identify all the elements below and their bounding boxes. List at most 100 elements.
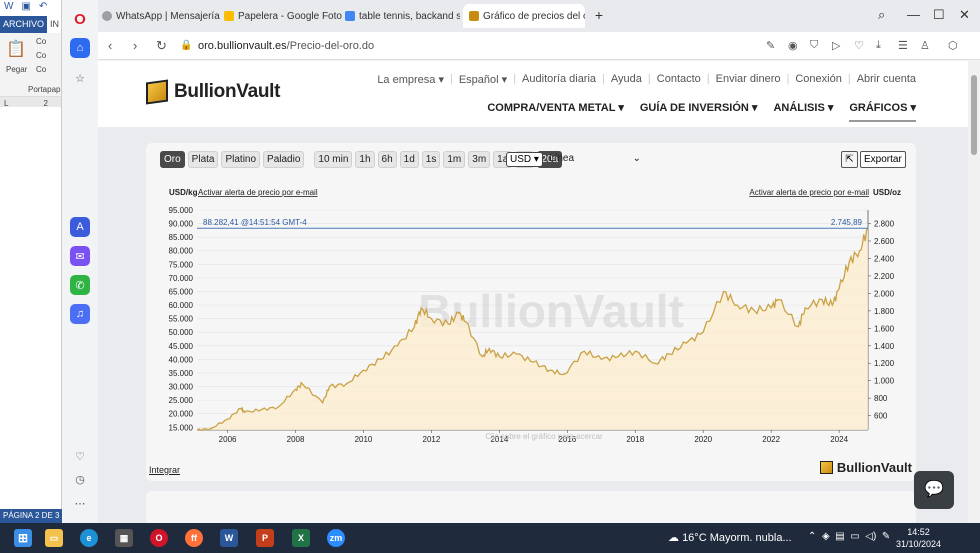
- chat-icon[interactable]: 💬: [914, 471, 954, 509]
- copy-button[interactable]: Co: [36, 51, 46, 60]
- y-right-tick-label: 2.800: [874, 220, 895, 229]
- tab-whatsapp[interactable]: WhatsApp | Mensajería y: [102, 6, 220, 26]
- range-1d-button[interactable]: 1d: [399, 151, 419, 168]
- tray-antivirus-icon[interactable]: ◈: [822, 531, 830, 542]
- heart-icon[interactable]: ♡: [70, 446, 90, 466]
- close-icon[interactable]: ✕: [959, 7, 970, 23]
- powerpoint-icon[interactable]: P: [256, 529, 274, 547]
- nav-auditoria[interactable]: Auditoría diaria: [522, 73, 596, 86]
- format-painter-button[interactable]: Co: [36, 65, 46, 74]
- system-tray[interactable]: ⌃ ◈ ▤ ▭ ◁) ✎: [808, 531, 890, 542]
- edit-icon[interactable]: ✎: [766, 39, 775, 52]
- export-button[interactable]: Exportar: [860, 151, 906, 168]
- nav-language[interactable]: Español ▾: [459, 73, 507, 86]
- excel-icon[interactable]: X: [292, 529, 310, 547]
- nav-abrir-cuenta[interactable]: Abrir cuenta: [857, 73, 916, 86]
- history-icon[interactable]: ◷: [70, 469, 90, 489]
- range-1m-button[interactable]: 1m: [443, 151, 466, 168]
- aria-icon[interactable]: A: [70, 217, 90, 237]
- currency-select[interactable]: USD ▾: [506, 152, 543, 167]
- edge-icon[interactable]: e: [80, 529, 98, 547]
- right-alert-link[interactable]: Activar alerta de precio por e-mail: [749, 188, 869, 197]
- search-tabs-icon[interactable]: ⌕: [878, 7, 885, 23]
- menu-analisis[interactable]: ANÁLISIS ▾: [773, 101, 833, 122]
- url-field[interactable]: oro.bullionvault.es/Precio-del-oro.do: [198, 40, 374, 52]
- home-icon[interactable]: ⌂: [70, 38, 90, 58]
- music-player-icon[interactable]: ♫: [70, 304, 90, 324]
- volume-icon[interactable]: ◁): [865, 531, 876, 542]
- range-10min-button[interactable]: 10 min: [314, 151, 353, 168]
- open-external-icon[interactable]: ⇱: [841, 151, 858, 168]
- new-tab-button[interactable]: +: [592, 8, 606, 22]
- word-app-icon[interactable]: W: [4, 1, 13, 15]
- word-icon[interactable]: W: [220, 529, 238, 547]
- nav-enviar-dinero[interactable]: Enviar dinero: [716, 73, 781, 86]
- back-icon[interactable]: ‹: [108, 38, 112, 53]
- metal-plata-button[interactable]: Plata: [187, 151, 219, 168]
- weather-widget[interactable]: ☁ 16°C Mayorm. nubla...: [668, 531, 792, 544]
- zoom-icon[interactable]: zm: [327, 529, 345, 547]
- camera-icon[interactable]: ◉: [788, 39, 798, 52]
- minimize-icon[interactable]: —: [907, 7, 920, 22]
- tray-chevron-icon[interactable]: ⌃: [808, 531, 816, 542]
- forward-icon[interactable]: ›: [133, 38, 137, 53]
- ruler-tab-marker[interactable]: L: [4, 99, 8, 108]
- tray-battery-icon[interactable]: ▭: [850, 531, 859, 542]
- range-6h-button[interactable]: 6h: [377, 151, 397, 168]
- reload-icon[interactable]: ↻: [156, 38, 167, 54]
- nav-conexion[interactable]: Conexión: [795, 73, 841, 86]
- tray-network-icon[interactable]: ▤: [835, 531, 844, 542]
- paste-icon[interactable]: 📋: [6, 39, 26, 59]
- paste-button[interactable]: Pegar: [6, 65, 27, 74]
- extensions-icon[interactable]: ⬡: [948, 39, 958, 52]
- profile-icon[interactable]: ♙: [920, 39, 930, 52]
- range-3m-button[interactable]: 3m: [468, 151, 491, 168]
- nav-contacto[interactable]: Contacto: [657, 73, 701, 86]
- left-alert-link[interactable]: Activar alerta de precio por e-mail: [198, 188, 318, 197]
- metal-paladio-button[interactable]: Paladio: [263, 151, 305, 168]
- page-scrollbar[interactable]: [968, 61, 980, 523]
- save-icon[interactable]: ▣: [21, 1, 30, 15]
- scroll-thumb[interactable]: [971, 75, 977, 155]
- word-tab-file[interactable]: ARCHIVO: [0, 16, 48, 33]
- range-1s-button[interactable]: 1s: [421, 151, 441, 168]
- tab-google-photos[interactable]: Papelera - Google Fotos: [224, 6, 342, 26]
- metal-platino-button[interactable]: Platino: [221, 151, 261, 168]
- menu-guia-inversion[interactable]: GUÍA DE INVERSIÓN ▾: [640, 101, 758, 122]
- undo-icon[interactable]: ↶: [39, 1, 47, 15]
- store-icon[interactable]: ▦: [115, 529, 133, 547]
- tab-gold-chart[interactable]: Gráfico de precios del oro: [463, 4, 585, 28]
- tray-pen-icon[interactable]: ✎: [882, 531, 890, 542]
- star-icon[interactable]: ☆: [70, 68, 90, 88]
- maximize-icon[interactable]: ☐: [933, 7, 945, 23]
- site-logo[interactable]: BullionVault: [146, 79, 280, 105]
- word-tab-insert[interactable]: IN: [47, 16, 62, 33]
- y-right-tick-label: 2.400: [874, 254, 895, 263]
- play-icon[interactable]: ▷: [832, 39, 840, 52]
- whatsapp-icon[interactable]: ✆: [70, 275, 90, 295]
- cut-button[interactable]: Co: [36, 37, 46, 46]
- menu-graficos[interactable]: GRÁFICOS ▾: [849, 101, 916, 122]
- taskbar-clock[interactable]: 14:52 31/10/2024: [896, 526, 941, 550]
- chart-type-select[interactable]: Línea ⌄: [549, 153, 641, 164]
- menu-compra-venta[interactable]: COMPRA/VENTA METAL ▾: [487, 101, 624, 122]
- more-icon[interactable]: ⋯: [70, 493, 90, 513]
- opera-icon[interactable]: O: [150, 529, 168, 547]
- tab-google-search[interactable]: table tennis, backand serv: [345, 6, 460, 26]
- firefox-icon[interactable]: ff: [185, 529, 203, 547]
- gold-price-chart[interactable]: USD/kg Activar alerta de precio por e-ma…: [146, 177, 916, 467]
- metal-oro-button[interactable]: Oro: [160, 151, 185, 168]
- messenger-icon[interactable]: ✉: [70, 246, 90, 266]
- range-1h-button[interactable]: 1h: [355, 151, 375, 168]
- nav-la-empresa[interactable]: La empresa ▾: [377, 73, 444, 86]
- lock-icon[interactable]: 🔒: [180, 40, 192, 51]
- easy-setup-icon[interactable]: ☰: [898, 39, 908, 52]
- integrar-link[interactable]: Integrar: [149, 465, 180, 475]
- heart-toolbar-icon[interactable]: ♡: [854, 39, 864, 52]
- download-icon[interactable]: ⤓: [876, 39, 881, 52]
- file-explorer-icon[interactable]: ▭: [45, 529, 63, 547]
- windows-start-icon[interactable]: ⊞: [14, 529, 32, 547]
- opera-logo-icon[interactable]: O: [70, 9, 90, 29]
- shield-icon[interactable]: ⛉: [810, 39, 818, 52]
- nav-ayuda[interactable]: Ayuda: [611, 73, 642, 86]
